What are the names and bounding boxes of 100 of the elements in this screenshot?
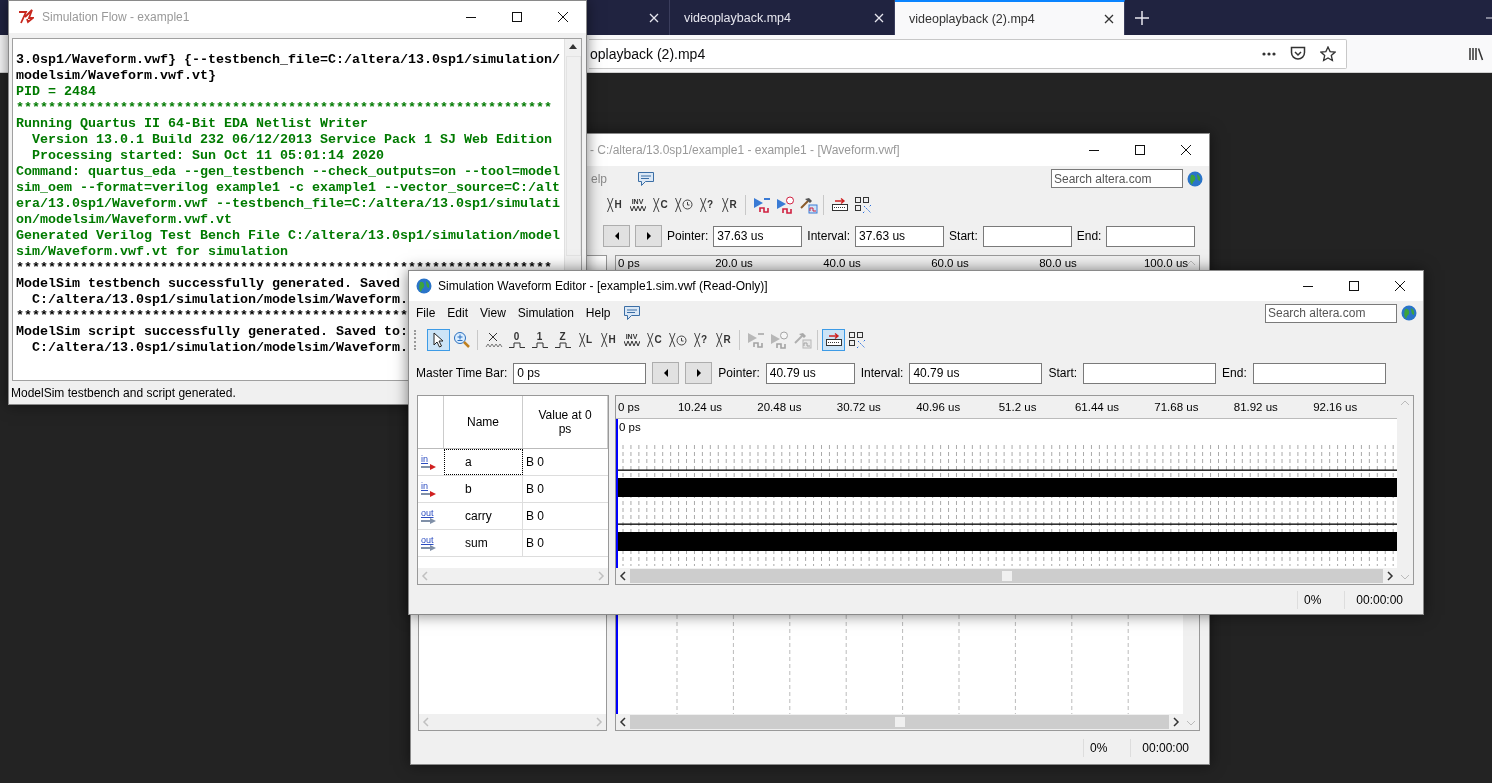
window-title: - C:/altera/13.0sp1/example1 - example1 - [Waveform.vwf] [590,143,900,157]
menu-item[interactable]: Edit [447,306,469,320]
snap-icon [830,196,849,213]
right-triangle-icon [694,368,703,378]
more-icon[interactable] [1262,51,1276,56]
globe-icon[interactable] [1187,170,1203,187]
signal-value: B 0 [525,536,545,550]
level-value-button[interactable]: 0 [505,329,528,351]
up-arrow-icon[interactable] [568,43,578,50]
level-value-button[interactable]: Z [551,329,574,351]
play-wave-icon [751,195,772,214]
next-button[interactable] [685,362,713,384]
value-button[interactable]: H [603,193,626,216]
time-field[interactable] [1252,362,1386,384]
vertical-scrollbar[interactable] [564,39,581,271]
status-text: 0% [1297,590,1344,609]
value-button[interactable]: H [597,329,620,351]
field-label: Pointer: [667,229,709,243]
time-label: 92.16 us [1313,401,1358,413]
value-button[interactable]: L [574,329,597,351]
time-field[interactable] [1083,362,1217,384]
value-button[interactable]: ? [689,329,712,351]
level-value-button[interactable]: 1 [528,329,551,351]
speech-bubble-icon[interactable] [622,305,641,321]
value-button[interactable]: R [718,193,741,216]
time-label: 0 ps [618,401,640,413]
crossover-icon [722,196,730,213]
crossover-icon [647,332,655,348]
pointer-tool-button[interactable] [427,329,450,351]
time-label: 30.72 us [836,401,881,413]
star-icon[interactable] [1320,45,1336,62]
speech-bubble-icon[interactable] [637,170,655,187]
signal-name[interactable]: carry [444,503,523,529]
cursor-time-label: 0 ps [619,421,641,433]
menu-item[interactable]: File [416,306,436,320]
minimize-icon[interactable] [1486,16,1492,19]
menu-item[interactable]: Help [585,306,611,320]
field-label: Interval: [860,366,904,380]
next-button[interactable] [635,225,662,247]
scroll-thumb[interactable] [1001,571,1012,581]
time-label: 20.0 us [715,257,753,269]
globe-icon[interactable] [416,278,432,294]
time-label: 100.0 us [1143,257,1189,269]
value-button[interactable]: R [712,329,735,351]
log-line: C:/altera/13.0sp1/simulation/modelsim/Waveform. [31,340,408,356]
scroll-thumb[interactable] [894,717,905,727]
time-field[interactable]: 0 ps [513,362,647,384]
search-field[interactable]: Search altera.com [1265,303,1397,323]
crossover-icon [716,332,724,348]
previous-button[interactable] [652,362,680,384]
time-field[interactable]: 40.79 us [765,362,855,384]
address-bar[interactable]: oplayback (2).mp4 [589,38,1347,69]
column-header: Name [444,396,523,448]
log-line: Running Quartus II 64-Bit EDA Netlist Writer [16,116,368,132]
log-line: ******************************************************************* [16,100,552,116]
signal-name[interactable]: b [444,476,523,502]
horizontal-scrollbar[interactable] [616,568,1397,584]
search-field[interactable]: Search altera.com [1051,169,1183,188]
horizontal-scrollbar[interactable] [616,714,1183,730]
time-field[interactable] [982,225,1072,247]
value-button[interactable]: C [643,329,666,351]
books-icon[interactable] [1468,45,1484,62]
log-line: C:/altera/13.0sp1/simulation/modelsim/Waveform. [31,292,408,308]
signal-name[interactable]: a [444,449,523,475]
field-label: Interval: [807,229,851,243]
chevron-shield-icon[interactable] [1290,46,1306,61]
step-line-icon [531,342,548,348]
time-field[interactable] [1106,225,1196,247]
time-field[interactable]: 37.63 us [855,225,945,247]
close-icon[interactable] [1104,13,1114,24]
crossover-icon [674,196,682,213]
signal-name[interactable]: sum [444,530,523,556]
field-label: Start: [1048,366,1078,380]
log-line: Version 13.0.1 Build 232 06/12/2013 Service Pack 1 SJ Web Edition [31,132,552,148]
crossover-icon [578,332,586,348]
snap-to-grid-button[interactable] [822,329,845,351]
log-line: ************************************************* [16,308,408,324]
status-text: ModelSim testbench and script generated. [11,385,236,400]
crossover-icon [693,332,701,348]
log-line: sim/Waveform.vwf.vt for simulation [16,244,288,260]
window-title: Simulation Flow - example1 [42,10,190,24]
menu-item[interactable]: Simulation [517,306,574,320]
browser-tab[interactable]: videoplayback (2).mp4 [895,0,1125,35]
log-line: Generated Verilog Test Bench File C:/altera/13.0sp1/simulation/model [16,228,560,244]
time-field[interactable]: 37.63 us [713,225,803,247]
field-label: Start: [949,229,978,243]
value-button[interactable]: ? [695,193,718,216]
menu-item[interactable]: View [480,306,506,320]
time-label: 40.96 us [916,401,961,413]
log-line: 3.0sp1/Waveform.vwf} {--testbench_file=C:/altera/13.0sp1/simulation/ [16,52,560,68]
time-label: 80.0 us [1039,257,1077,269]
crossover-icon [668,332,676,348]
time-field[interactable]: 40.79 us [909,362,1043,384]
log-line: Processing started: Sun Oct 11 05:01:14 2020 [31,148,384,164]
play-clock-icon [774,195,795,214]
previous-button[interactable] [603,225,630,247]
time-label: 40.0 us [823,257,861,269]
clock-icon [681,199,693,210]
value-button[interactable]: C [649,193,672,216]
globe-icon[interactable] [1401,305,1417,321]
